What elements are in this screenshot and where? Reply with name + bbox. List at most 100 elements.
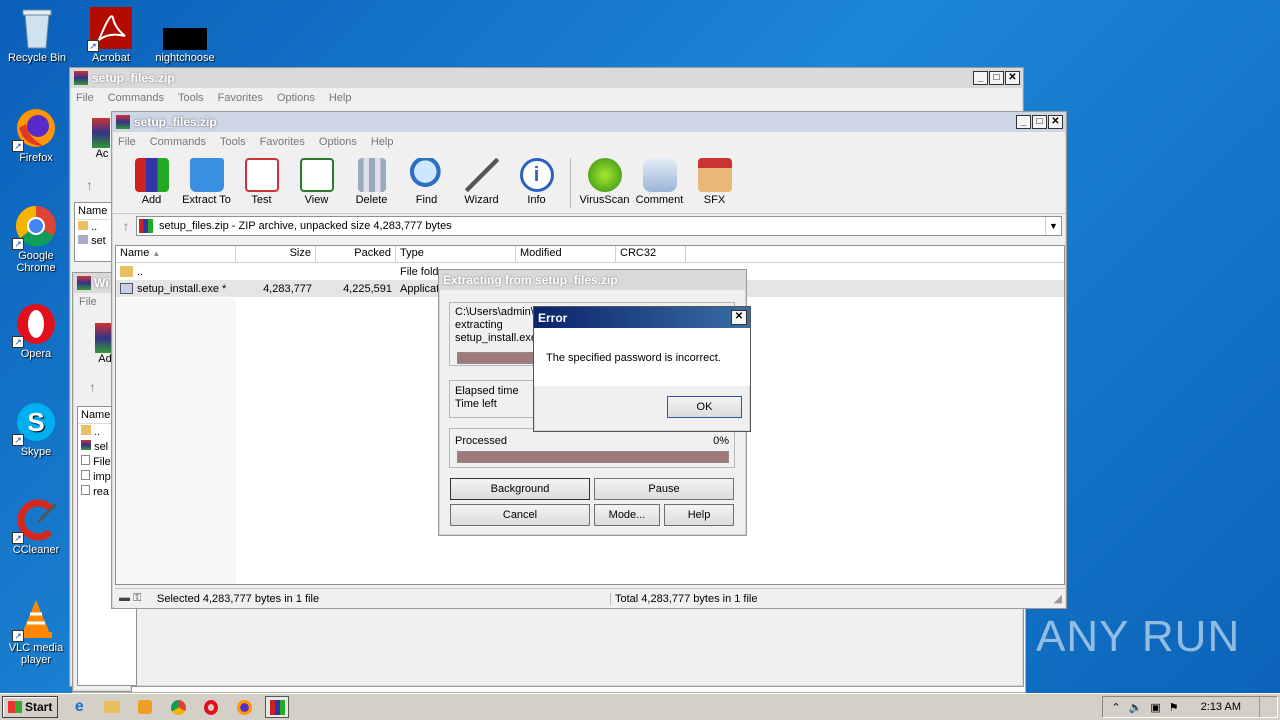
menu-favorites[interactable]: Favorites xyxy=(260,136,305,148)
desktop-icon-vlc[interactable]: ↗ VLC media player xyxy=(1,596,71,666)
taskbar-explorer[interactable] xyxy=(100,696,124,718)
tool-label: Extract To xyxy=(182,194,231,206)
menu-favorites[interactable]: Favorites xyxy=(218,92,263,104)
start-button[interactable]: Start xyxy=(2,696,59,718)
extract-to-button[interactable]: Extract To xyxy=(179,158,234,206)
wizard-button[interactable]: Wizard xyxy=(454,158,509,206)
add-tool-partial[interactable]: Ac xyxy=(92,118,112,160)
address-field[interactable]: setup_files.zip - ZIP archive, unpacked … xyxy=(136,216,1062,236)
close-button[interactable]: ✕ xyxy=(731,310,747,325)
menu-file[interactable]: File xyxy=(76,92,94,104)
ok-button[interactable]: OK xyxy=(667,396,742,418)
delete-icon xyxy=(357,158,386,192)
test-button[interactable]: Test xyxy=(234,158,289,206)
column-name[interactable]: Name xyxy=(75,203,113,220)
desktop-icon-opera[interactable]: ↗ Opera xyxy=(1,302,71,360)
sfx-icon xyxy=(697,158,732,192)
folder-icon xyxy=(120,266,133,278)
tool-label: VirusScan xyxy=(579,194,630,206)
list-item[interactable]: .. xyxy=(75,220,113,234)
minimize-button[interactable]: _ xyxy=(1016,115,1031,129)
show-desktop-button[interactable] xyxy=(1259,697,1269,717)
background-button[interactable]: Background xyxy=(450,478,590,500)
folder-icon xyxy=(78,221,88,230)
minimize-button[interactable]: _ xyxy=(973,71,988,85)
view-button[interactable]: View xyxy=(289,158,344,206)
column-modified[interactable]: Modified xyxy=(516,246,616,262)
list-item[interactable]: set xyxy=(75,234,113,248)
clock[interactable]: 2:13 AM xyxy=(1201,701,1241,713)
column-name[interactable]: Name ▲ xyxy=(116,246,236,262)
maximize-button[interactable]: □ xyxy=(989,71,1004,85)
desktop-icon-ccleaner[interactable]: ↗ CCleaner xyxy=(1,498,71,556)
winrar-icon xyxy=(74,71,88,85)
resize-grip-icon[interactable]: ◢ xyxy=(1054,592,1062,605)
up-arrow-icon[interactable]: ↑ xyxy=(86,177,93,193)
network-icon[interactable]: ▣ xyxy=(1150,701,1160,714)
menu-options[interactable]: Options xyxy=(277,92,315,104)
file-name: setup_install.exe * xyxy=(137,282,227,295)
desktop-icon-skype[interactable]: S ↗ Skype xyxy=(1,400,71,458)
title-bar[interactable]: setup_files.zip _ □ ✕ xyxy=(70,68,1023,88)
volume-icon[interactable]: 🔈 xyxy=(1129,701,1143,714)
taskbar-ie[interactable]: e xyxy=(67,696,91,718)
close-button[interactable]: ✕ xyxy=(1048,115,1063,129)
flag-icon[interactable]: ⚑ xyxy=(1169,701,1179,714)
menu-file[interactable]: File xyxy=(118,136,136,148)
title-bar[interactable]: Error ✕ xyxy=(534,307,750,328)
desktop-icon-firefox[interactable]: ↗ Firefox xyxy=(1,106,71,164)
taskbar-firefox[interactable] xyxy=(232,696,256,718)
item-name: set xyxy=(91,235,106,247)
taskbar-opera[interactable] xyxy=(199,696,223,718)
help-button[interactable]: Help xyxy=(664,504,734,526)
address-text: setup_files.zip - ZIP archive, unpacked … xyxy=(159,220,452,232)
column-size[interactable]: Size xyxy=(236,246,316,262)
up-arrow-icon[interactable]: ↑ xyxy=(89,379,96,395)
status-total: Total 4,283,777 bytes in 1 file xyxy=(615,592,758,605)
delete-button[interactable]: Delete xyxy=(344,158,399,206)
title-bar[interactable]: setup_files.zip _ □ ✕ xyxy=(112,112,1066,132)
column-type[interactable]: Type xyxy=(396,246,516,262)
close-button[interactable]: ✕ xyxy=(1005,71,1020,85)
pause-button[interactable]: Pause xyxy=(594,478,734,500)
maximize-button[interactable]: □ xyxy=(1032,115,1047,129)
firefox-icon xyxy=(236,699,252,715)
find-icon xyxy=(409,158,444,192)
menu-commands[interactable]: Commands xyxy=(108,92,164,104)
info-button[interactable]: i Info xyxy=(509,158,564,206)
virusscan-button[interactable]: VirusScan xyxy=(577,158,632,206)
add-button[interactable]: Add xyxy=(124,158,179,206)
desktop-icon-recycle-bin[interactable]: Recycle Bin xyxy=(2,6,72,64)
desktop-icon-nightchoose[interactable]: nightchoose xyxy=(150,6,220,64)
tool-label: Wizard xyxy=(464,194,499,206)
dropdown-arrow-icon[interactable]: ▼ xyxy=(1045,217,1061,235)
error-message: The specified password is incorrect. xyxy=(546,352,721,364)
menu-tools[interactable]: Tools xyxy=(220,136,246,148)
find-button[interactable]: Find xyxy=(399,158,454,206)
column-headers: Name ▲ Size Packed Type Modified CRC32 xyxy=(116,246,1064,263)
menu-tools[interactable]: Tools xyxy=(178,92,204,104)
title-bar[interactable]: Extracting from setup_files.zip xyxy=(439,270,746,290)
error-dialog[interactable]: Error ✕ The specified password is incorr… xyxy=(533,306,751,432)
menu-help[interactable]: Help xyxy=(329,92,352,104)
winrar-icon xyxy=(77,276,91,290)
mode-button[interactable]: Mode... xyxy=(594,504,660,526)
menu-commands[interactable]: Commands xyxy=(150,136,206,148)
taskbar-winrar[interactable] xyxy=(265,696,290,718)
cancel-button[interactable]: Cancel xyxy=(450,504,590,526)
tool-label: Add xyxy=(141,194,162,206)
taskbar-chrome[interactable] xyxy=(166,696,190,718)
desktop-icon-acrobat[interactable]: ↗ Acrobat xyxy=(76,6,146,64)
show-hidden-icons-icon[interactable]: ⌃ xyxy=(1111,701,1120,714)
desktop-icon-chrome[interactable]: ↗ Google Chrome xyxy=(1,204,71,274)
media-player-icon xyxy=(138,700,153,714)
comment-button[interactable]: Comment xyxy=(632,158,687,206)
menu-options[interactable]: Options xyxy=(319,136,357,148)
taskbar-media-player[interactable] xyxy=(133,696,157,718)
menu-help[interactable]: Help xyxy=(371,136,394,148)
tool-label: Info xyxy=(527,194,546,206)
column-packed[interactable]: Packed xyxy=(316,246,396,262)
up-arrow-icon[interactable]: ↑ xyxy=(116,218,136,234)
column-crc32[interactable]: CRC32 xyxy=(616,246,686,262)
sfx-button[interactable]: SFX xyxy=(687,158,742,206)
